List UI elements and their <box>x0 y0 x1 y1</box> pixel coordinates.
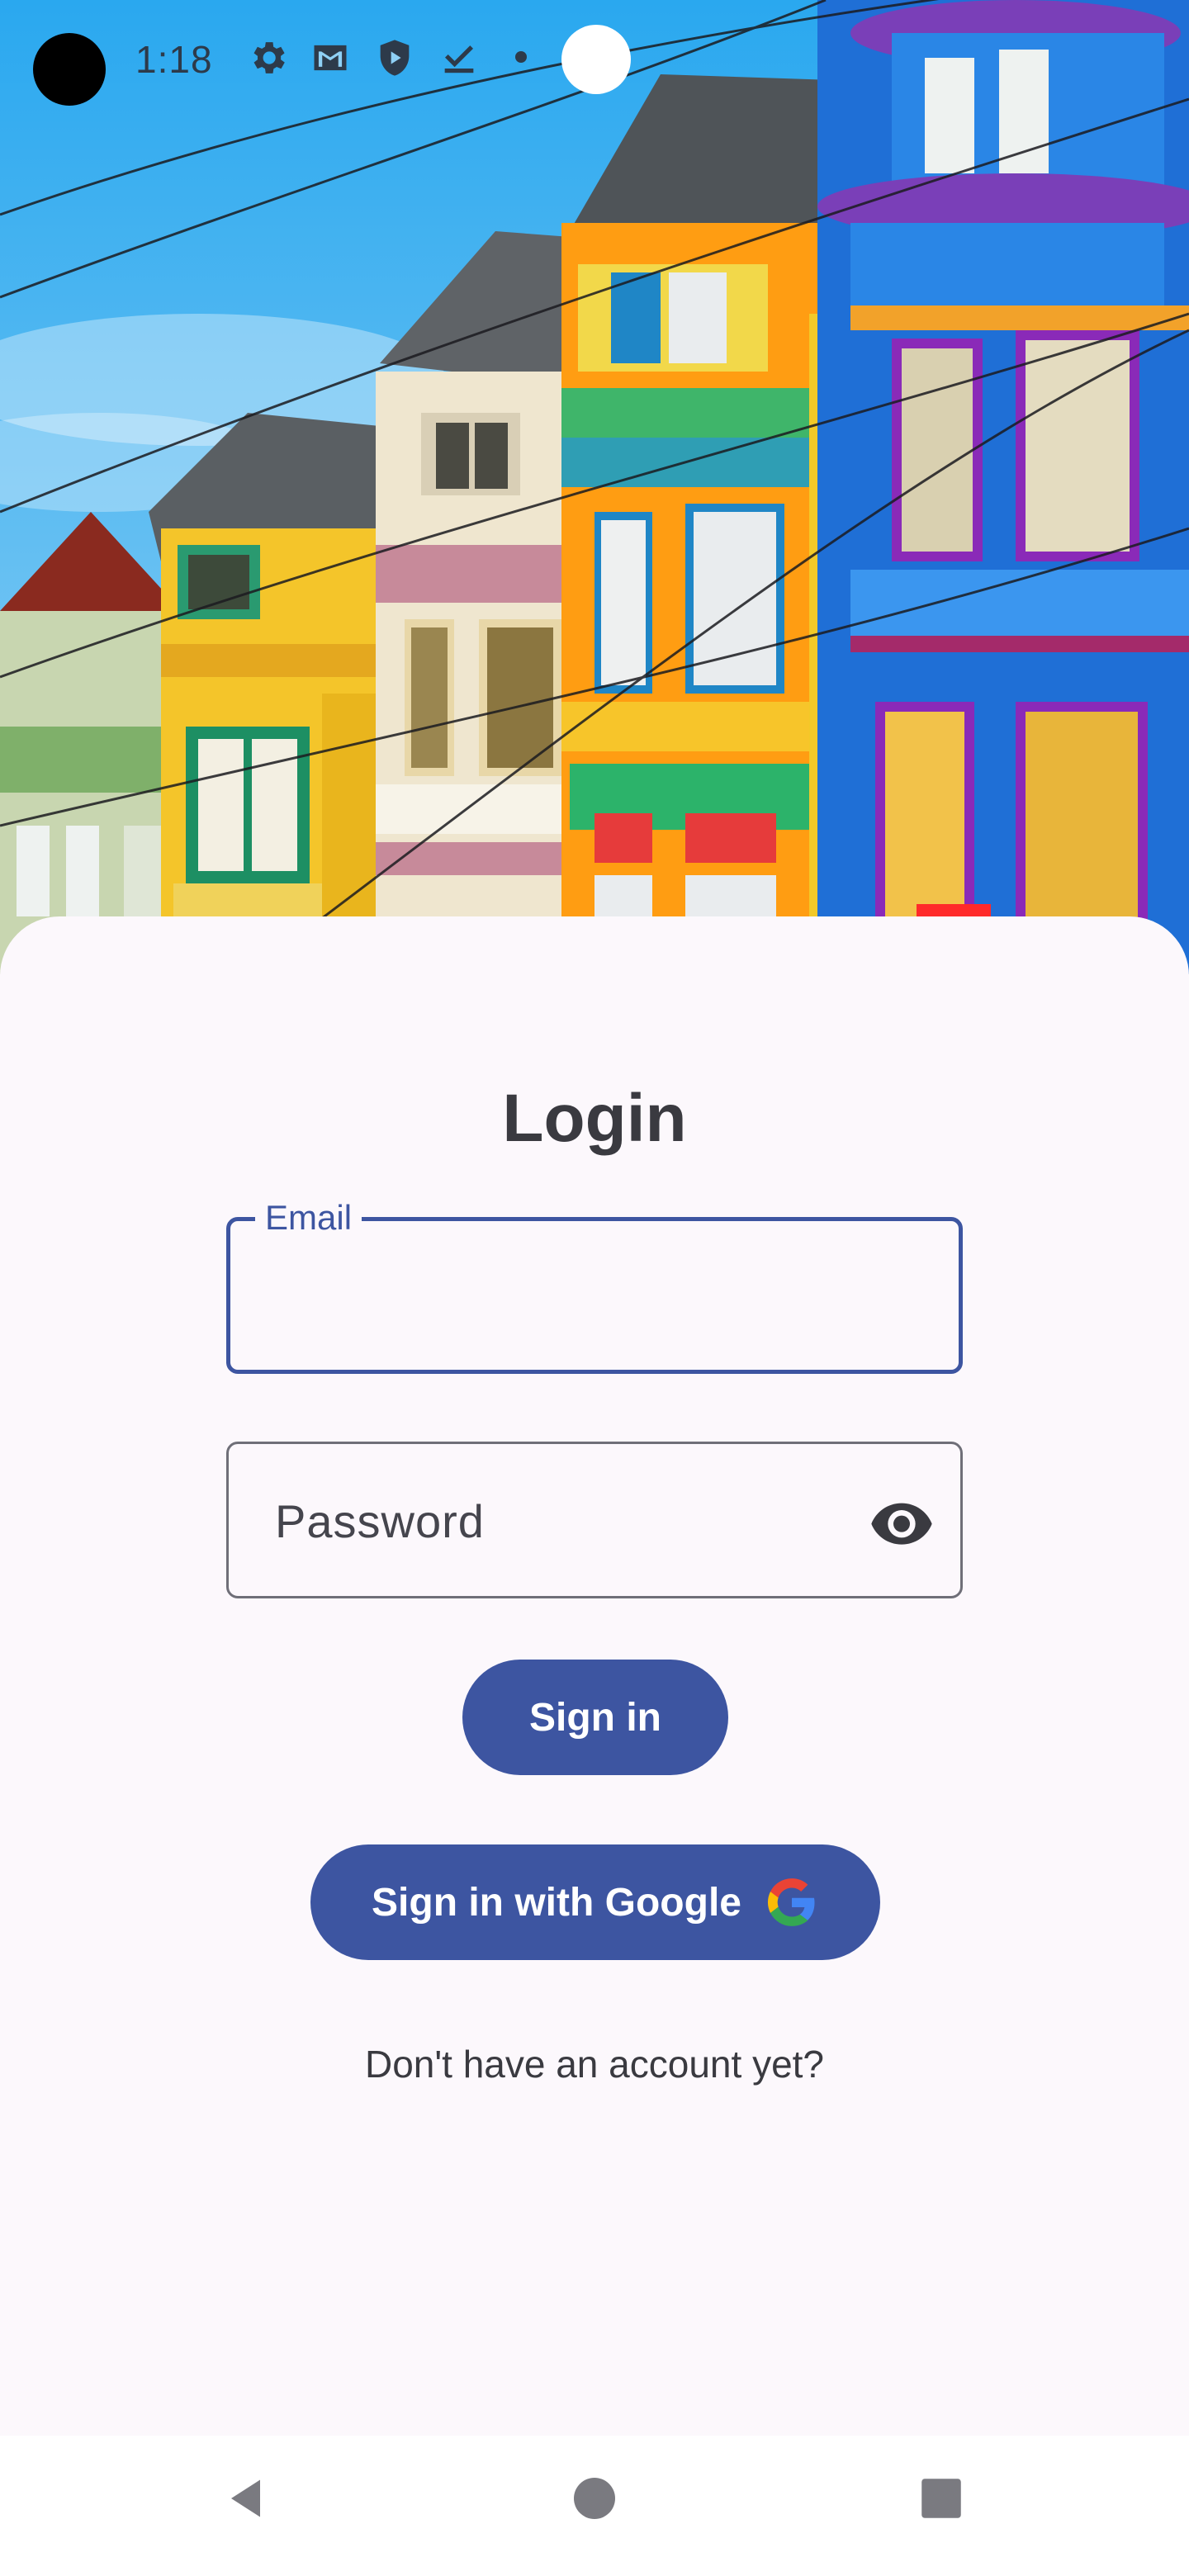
eye-icon <box>871 1503 932 1545</box>
password-visibility-toggle[interactable] <box>865 1485 939 1560</box>
nav-back-button[interactable] <box>206 2457 289 2540</box>
google-sign-in-button[interactable]: Sign in with Google <box>310 1844 880 1960</box>
email-label: Email <box>255 1196 362 1239</box>
login-screen: 1:18 Login Email Sign in Sign in with Go… <box>0 0 1189 2576</box>
google-sign-in-label: Sign in with Google <box>372 1880 741 1925</box>
password-input[interactable] <box>273 1487 838 1555</box>
camera-cutout <box>33 33 106 106</box>
shield-icon <box>373 36 416 79</box>
google-g-icon <box>767 1878 815 1926</box>
navigation-bar <box>0 2436 1189 2576</box>
password-field[interactable] <box>226 1442 963 1598</box>
hero-image <box>0 0 1189 974</box>
recents-square-icon <box>921 2479 961 2518</box>
victorian-houses-illustration <box>0 0 1189 974</box>
status-time: 1:18 <box>135 38 213 81</box>
status-indicator <box>561 25 631 94</box>
status-bar: 1:18 <box>0 0 1189 124</box>
download-done-icon <box>438 36 481 79</box>
back-triangle-icon <box>231 2479 260 2517</box>
email-input[interactable] <box>273 1262 921 1330</box>
signup-link[interactable]: Don't have an account yet? <box>0 2039 1189 2089</box>
nav-recents-button[interactable] <box>900 2457 983 2540</box>
nav-home-button[interactable] <box>553 2457 636 2540</box>
notification-dot <box>515 51 527 63</box>
page-title: Login <box>502 1081 687 1156</box>
email-field[interactable]: Email <box>226 1196 963 1374</box>
mail-icon <box>309 36 352 79</box>
login-card: Login Email Sign in Sign in with Google <box>0 916 1189 2436</box>
sign-in-label: Sign in <box>529 1695 661 1740</box>
gear-icon <box>246 36 289 79</box>
home-circle-icon <box>574 2478 615 2519</box>
sign-in-button[interactable]: Sign in <box>462 1660 728 1775</box>
